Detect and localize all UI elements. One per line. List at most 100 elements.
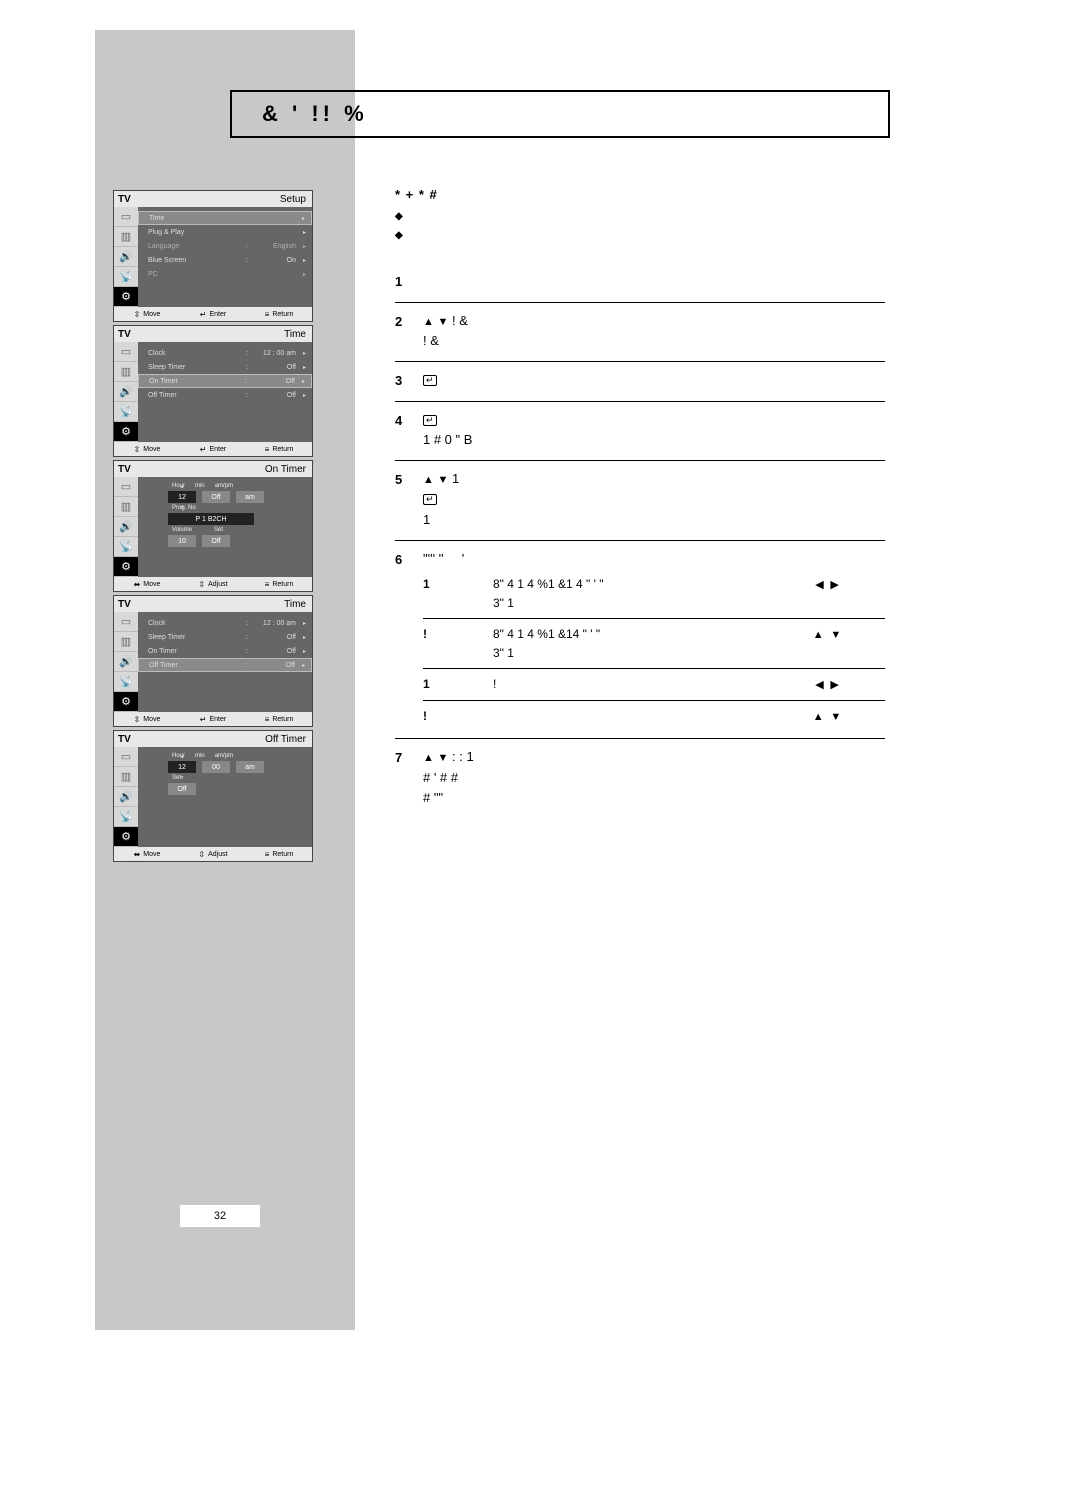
timer-cell[interactable]: Off [168,783,196,795]
tv-menu-panel: TVSetup ▭▥🔊📡⚙ Time▸Plug & Play▸Language:En… [113,190,313,322]
menu-row[interactable]: Sleep Timer:Off▸ [138,630,312,644]
step-number: 6 [395,549,423,729]
category-icon[interactable]: 📡 [114,402,138,422]
category-icon[interactable]: ⚙ [114,692,138,712]
menu-row[interactable]: Off Timer:Off▸ [138,388,312,402]
footer-hint: ≡Return [246,580,312,589]
step-text: ▲ ▼ ! & ! & [423,311,885,351]
panel-footer: ⇳Move↵Enter≡Return [114,442,312,456]
footer-hint: ⇳Adjust [180,850,246,859]
category-icons: ▭▥🔊📡⚙ [114,477,138,577]
section-title-box: & ' !! % [230,90,890,138]
menu-row[interactable]: Plug & Play▸ [138,225,312,239]
panel-footer: ⬌Move⇳Adjust≡Return [114,847,312,861]
section-title: & ' !! % [262,101,368,127]
tv-menu-panel: TVTime ▭▥🔊📡⚙ Clock:12 : 00 am▸Sleep Timer:… [113,595,313,727]
tv-label: TV [114,464,131,475]
step: 7▲ ▼ : : 1# ' # ## "" [395,739,885,817]
footer-hint: ⇳Adjust [180,580,246,589]
panel-title: Setup [131,194,312,205]
menu-row[interactable]: Off Timer:Off▸ [138,658,312,672]
step-text: ↵ [423,370,885,391]
footer-hint: ⬌Move [114,850,180,859]
category-icon[interactable]: 🔊 [114,382,138,402]
category-icon[interactable]: 🔊 [114,517,138,537]
category-icon[interactable]: ▥ [114,227,138,247]
timer-cell[interactable]: 12 [168,761,196,773]
timer-cell[interactable]: Off [202,535,230,547]
step: 4↵ 1 # 0 " B [395,402,885,461]
category-icon[interactable]: 📡 [114,672,138,692]
tv-label: TV [114,599,131,610]
category-icon[interactable]: ⚙ [114,287,138,307]
footer-hint: ⇳Move [114,715,180,724]
category-icon[interactable]: ▭ [114,747,138,767]
panel-footer: ⇳Move↵Enter≡Return [114,712,312,726]
menu-row[interactable]: Sleep Timer:Off▸ [138,360,312,374]
step: 6"''' '' '18" 4 1 4 %1 &1 4 " ' "3" 1◀ ▶… [395,541,885,740]
step: 5▲ ▼ 1↵ 1 [395,461,885,540]
timer-cell[interactable]: Off [202,491,230,503]
step-text: ▲ ▼ 1↵ 1 [423,469,885,529]
panel-footer: ⇳Move↵Enter≡Return [114,307,312,321]
category-icons: ▭▥🔊📡⚙ [114,342,138,442]
category-icon[interactable]: 📡 [114,537,138,557]
tv-label: TV [114,194,131,205]
step: 1 [395,263,885,303]
timer-cell[interactable]: am [236,761,264,773]
category-icon[interactable]: 📡 [114,267,138,287]
prog-cell[interactable]: P 1 B2CH [168,513,254,525]
category-icon[interactable]: 🔊 [114,247,138,267]
footer-hint: ↵Enter [180,310,246,319]
footer-hint: ↵Enter [180,445,246,454]
menu-row[interactable]: PC▸ [138,267,312,281]
timer-cell[interactable]: 12 [168,491,196,503]
diamond-icon: ◆ [395,209,404,224]
menu-row[interactable]: Clock:12 : 00 am▸ [138,616,312,630]
category-icon[interactable]: ⚙ [114,422,138,442]
footer-hint: ⬌Move [114,580,180,589]
category-icons: ▭▥🔊📡⚙ [114,747,138,847]
category-icon[interactable]: ▥ [114,362,138,382]
menu-row[interactable]: Time▸ [138,211,312,225]
footer-hint: ⇳Move [114,310,180,319]
category-icon[interactable]: ▥ [114,497,138,517]
tv-menu-panel: TVOn Timer▭▥🔊📡⚙Hourminam/pm12OffamProg. … [113,460,313,592]
timer-cell[interactable]: 00 [202,761,230,773]
category-icon[interactable]: ▥ [114,767,138,787]
category-icon[interactable]: ▭ [114,612,138,632]
footer-hint: ≡Return [246,310,312,319]
menu-row[interactable]: Clock:12 : 00 am▸ [138,346,312,360]
panel-title: On Timer [131,464,312,475]
menu-row[interactable]: Blue Screen:On▸ [138,253,312,267]
step-text [423,271,885,292]
menu-row[interactable]: On Timer:Off▸ [138,374,312,388]
category-icon[interactable]: ⚙ [114,827,138,847]
category-icon[interactable]: ▭ [114,342,138,362]
menu-row[interactable]: On Timer:Off▸ [138,644,312,658]
timer-cell[interactable]: 10 [168,535,196,547]
step: 2▲ ▼ ! & ! & [395,303,885,362]
footer-hint: ↵Enter [180,715,246,724]
panel-title: Off Timer [131,734,312,745]
step-text: ▲ ▼ : : 1# ' # ## "" [423,747,885,807]
diamond-icon: ◆ [395,228,404,243]
tv-label: TV [114,329,131,340]
tv-menu-panel: TVTime▭▥🔊📡⚙Clock:12 : 00 am▸Sleep Timer:… [113,325,313,457]
category-icon[interactable]: ▥ [114,632,138,652]
panel-title: Time [131,599,312,610]
lead-line: * + * # [395,185,885,205]
lead-paragraph: * + * # ◆ ◆ [395,185,885,243]
step-text: "''' '' '18" 4 1 4 %1 &1 4 " ' "3" 1◀ ▶!… [423,549,885,729]
step-number: 2 [395,311,423,351]
step: 3↵ [395,362,885,402]
category-icon[interactable]: ▭ [114,477,138,497]
menu-row[interactable]: Language:English▸ [138,239,312,253]
category-icon[interactable]: 🔊 [114,652,138,672]
category-icon[interactable]: ▭ [114,207,138,227]
timer-cell[interactable]: am [236,491,264,503]
category-icon[interactable]: ⚙ [114,557,138,577]
category-icon[interactable]: 📡 [114,807,138,827]
category-icon[interactable]: 🔊 [114,787,138,807]
step-number: 3 [395,370,423,391]
